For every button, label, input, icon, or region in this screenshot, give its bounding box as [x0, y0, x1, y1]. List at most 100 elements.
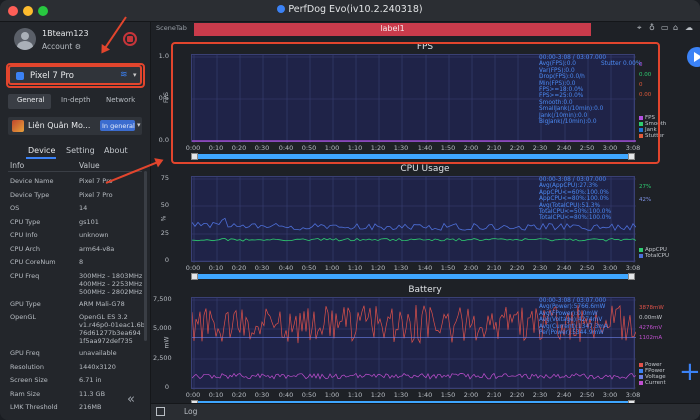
x-tick-label: 2:20 — [509, 391, 525, 399]
x-tick-label: 1:20 — [370, 391, 386, 399]
chart-stats: 00:00-3:08 / 03:07.000 Avg(Power):5766.6… — [539, 298, 608, 337]
info-key: GPU Freq — [10, 349, 40, 357]
legend-entry[interactable]: TotalCPU — [639, 253, 669, 259]
x-tick-label: 1:00 — [324, 391, 340, 399]
x-tick-label: 0:50 — [301, 264, 317, 272]
battery-chart-panel: Battery mW 7,500 5,000 2,500 0 0:00 0:10 0:20 0:3… — [153, 285, 679, 407]
info-value: ARM Mali-G78 — [79, 299, 125, 308]
log-label[interactable]: Log — [184, 407, 197, 416]
info-key: GPU Type — [10, 299, 41, 308]
x-tick-label: 1:00 — [324, 264, 340, 272]
x-tick-label: 2:00 — [463, 391, 479, 399]
current-value: 27% — [639, 184, 652, 190]
x-tick-label: 2:50 — [579, 391, 595, 399]
sidebar-scrollbar[interactable] — [144, 171, 147, 341]
x-tick-label: 2:30 — [532, 264, 548, 272]
col-value: Value — [79, 161, 100, 170]
x-tick-label: 0:50 — [301, 391, 317, 399]
x-tick-label: 1:40 — [417, 264, 433, 272]
y-axis-title: mW — [163, 336, 171, 349]
record-button[interactable] — [123, 32, 137, 46]
game-name: Liên Quân Mo... — [28, 121, 91, 130]
x-tick-label: 0:30 — [254, 264, 270, 272]
cloud-icon[interactable]: ☁ — [685, 23, 693, 32]
x-tick-label: 3:00 — [602, 391, 618, 399]
screen-icon[interactable]: ▭ — [661, 23, 669, 32]
y-tick-label: 50 — [160, 201, 169, 209]
info-key: CPU Info — [10, 231, 38, 239]
info-value: OpenGL ES 3.2 v1.r46p0-01eac1.6b 76d6127… — [79, 313, 145, 345]
tab-about[interactable]: About — [104, 146, 128, 155]
cpu-chart-panel: CPU Usage% 75 50 25 0 0:00 0:10 0:20 0:30 0:40 0:5… — [160, 164, 679, 284]
username: 1Bteam123 — [42, 29, 89, 38]
current-value: 42% — [639, 197, 652, 203]
x-tick-label: 2:50 — [579, 264, 595, 272]
label-bar[interactable]: label1 — [194, 23, 591, 36]
account-link[interactable]: Account ⚙ — [42, 42, 81, 51]
chart-title: CPU Usage — [400, 164, 450, 174]
info-value: 1440x3120 — [79, 362, 116, 371]
shop-icon[interactable]: ⌂ — [673, 23, 678, 32]
x-tick-label: 0:10 — [208, 264, 224, 272]
bulb-icon[interactable]: ♁ — [649, 23, 655, 32]
tab-in-depth[interactable]: In-depth — [61, 96, 90, 104]
game-icon — [12, 120, 24, 132]
game-mode-badge: In general ... — [100, 120, 135, 131]
y-tick-label: 0 — [164, 383, 169, 391]
x-tick-label: 2:00 — [463, 264, 479, 272]
title-bar: PerfDog Evo(iv10.2.240318) — [0, 0, 700, 22]
x-tick-label: 0:00 — [185, 264, 201, 272]
info-value: unavailable — [79, 349, 117, 357]
col-info: Info — [10, 161, 25, 170]
info-value: Pixel 7 Pro — [79, 190, 113, 199]
current-value: 1102mA — [639, 335, 663, 341]
range-handle[interactable] — [191, 273, 198, 280]
x-tick-label: 2:40 — [556, 264, 572, 272]
highlight-fps-box — [171, 42, 660, 164]
x-tick-label: 1:40 — [417, 391, 433, 399]
x-tick-label: 3:00 — [602, 264, 618, 272]
series-line — [192, 372, 636, 380]
play-button[interactable] — [687, 47, 700, 67]
info-value: gs101 — [79, 217, 99, 226]
y-tick-label: 1.0 — [158, 52, 169, 60]
info-key: CPU Freq — [10, 271, 40, 280]
x-tick-label: 2:20 — [509, 264, 525, 272]
user-settings-icon[interactable]: ⚙ — [75, 43, 81, 51]
app-selector[interactable]: Liên Quân Mo... In general ... ▾ — [8, 117, 142, 135]
tab-general[interactable]: General — [17, 96, 45, 104]
info-value: 6.71 in — [79, 376, 102, 384]
x-tick-label: 2:10 — [486, 264, 502, 272]
info-key: CPU Arch — [10, 244, 40, 253]
info-key: Ram Size — [10, 389, 41, 398]
x-tick-label: 0:40 — [278, 264, 294, 272]
x-tick-label: 1:50 — [440, 391, 456, 399]
location-icon[interactable]: ⌖ — [637, 23, 642, 33]
legend-entry[interactable]: Current — [639, 380, 666, 386]
chart-legend: Power FPower Voltage Current — [639, 362, 666, 386]
x-tick-label: 1:10 — [347, 391, 363, 399]
info-table-header: Info Value — [8, 160, 142, 172]
add-chart-button[interactable]: + — [679, 359, 700, 385]
x-tick-label: 1:20 — [370, 264, 386, 272]
x-tick-label: 0:40 — [278, 391, 294, 399]
range-handle[interactable] — [628, 273, 635, 280]
collapse-sidebar-icon[interactable]: « — [127, 392, 135, 407]
info-key: Screen Size — [10, 376, 48, 384]
info-key: Device Type — [10, 190, 50, 199]
log-toggle-icon[interactable] — [156, 407, 165, 416]
info-key: OS — [10, 204, 20, 212]
y-tick-label: 0 — [164, 256, 169, 264]
info-key: CPU Type — [10, 217, 41, 226]
tab-network[interactable]: Network — [106, 96, 135, 104]
x-tick-label: 3:08 — [625, 264, 641, 272]
window-title: PerfDog Evo(iv10.2.240318) — [0, 4, 700, 15]
x-tick-label: 2:30 — [532, 391, 548, 399]
tab-setting[interactable]: Setting — [66, 146, 95, 155]
tab-device[interactable]: Device — [28, 146, 55, 155]
avatar[interactable] — [14, 28, 36, 50]
time-range-slider[interactable] — [191, 274, 635, 279]
scene-tab[interactable]: SceneTab — [156, 24, 187, 32]
chart-stats: 00:00-3:08 / 03:07.000 Avg(AppCPU):27.3%… — [539, 177, 611, 222]
x-tick-label: 1:10 — [347, 264, 363, 272]
